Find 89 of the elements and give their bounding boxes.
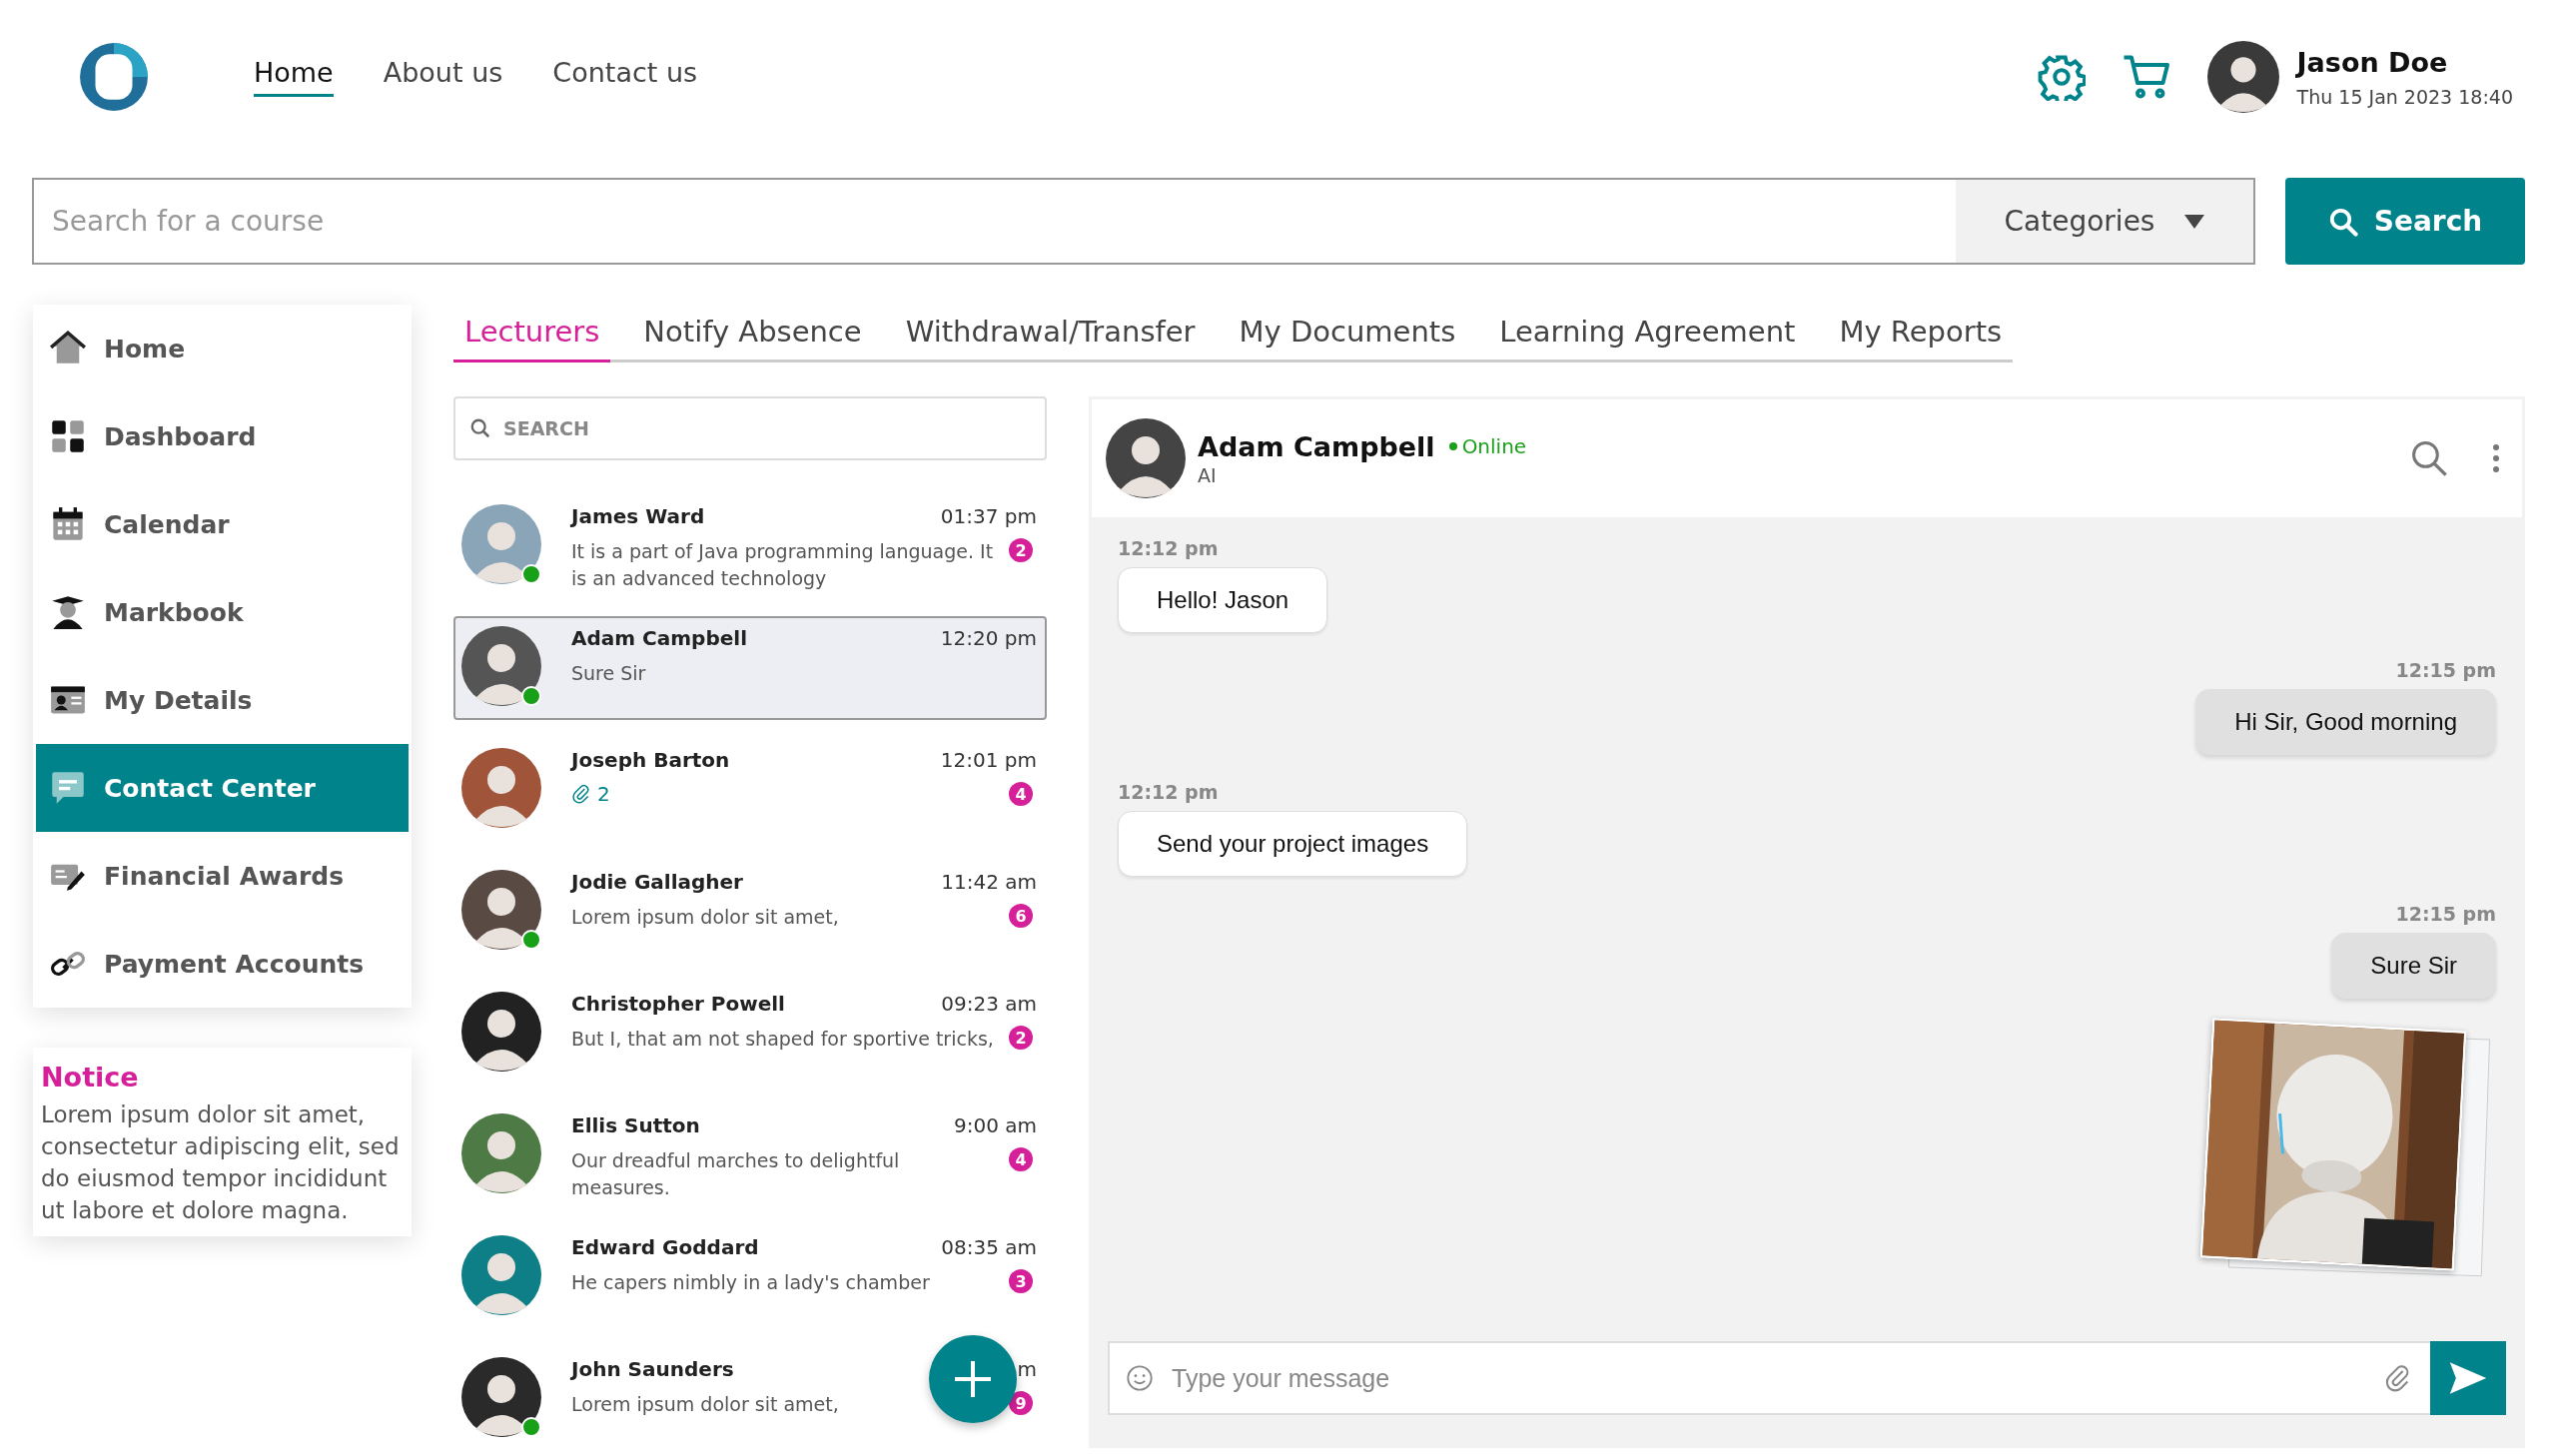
grid-icon: [50, 418, 86, 454]
message-preview: Lorem ipsum dolor sit amet,: [571, 905, 839, 930]
graduate-icon: [50, 594, 86, 630]
contact-name: James Ward: [571, 504, 705, 528]
sidebar-item[interactable]: Calendar: [36, 480, 409, 568]
contact-row[interactable]: Adam Campbell 12:20 pm Sure Sir: [453, 616, 1047, 720]
message-preview: It is a part of Java programming language. It is an advanced technology: [571, 539, 995, 591]
message-time: 08:35 am: [941, 1235, 1037, 1259]
unread-badge: 3: [1009, 1269, 1033, 1293]
message-bubble: Hello! Jason: [1118, 567, 1328, 633]
online-status: Online: [1448, 434, 1527, 458]
message-time: 12:12 pm: [1118, 781, 1219, 803]
notice-text: Lorem ipsum dolor sit amet, consectetur adipiscing elit, sed do eiusmod tempor incididunt ut labore et dolore magna.: [41, 1100, 401, 1225]
send-button[interactable]: [2430, 1341, 2506, 1415]
message-time: 01:37 pm: [940, 504, 1037, 528]
unread-badge: 6: [1009, 904, 1033, 928]
message-time: 12:01 pm: [940, 748, 1037, 772]
search-button[interactable]: Search: [2285, 178, 2525, 265]
unread-badge: 4: [1009, 1147, 1033, 1171]
message-preview: Our dreadful marches to delightful measures.: [571, 1148, 901, 1200]
attachment-count: 2: [571, 782, 610, 806]
sidebar-item[interactable]: Contact Center: [36, 744, 409, 832]
sidebar-item[interactable]: Financial Awards: [36, 832, 409, 920]
send-icon: [2448, 1361, 2488, 1395]
tab[interactable]: My Documents: [1228, 305, 1467, 363]
contact-row[interactable]: Christopher Powell 09:23 am But I, that am not shaped for sportive tricks, 2: [453, 982, 1047, 1086]
contact-role: AI: [1198, 463, 1218, 486]
sidebar-item[interactable]: Dashboard: [36, 392, 409, 480]
more-icon[interactable]: [2492, 443, 2500, 473]
sidebar-item[interactable]: My Details: [36, 656, 409, 744]
message-field[interactable]: Type your message: [1108, 1341, 2430, 1415]
message-time: 12:15 pm: [2395, 903, 2496, 925]
message-time: 09:23 am: [941, 992, 1037, 1016]
sidebar-item[interactable]: Payment Accounts: [36, 920, 409, 1008]
message-bubble: Hi Sir, Good morning: [2195, 689, 2496, 755]
tab[interactable]: Notify Absence: [632, 305, 873, 363]
smiley-icon[interactable]: [1126, 1364, 1154, 1392]
message-time: m: [1017, 1357, 1037, 1381]
message-preview: But I, that am not shaped for sportive tricks,: [571, 1027, 994, 1052]
tab[interactable]: Withdrawal/Transfer: [894, 305, 1207, 363]
calendar-icon: [50, 506, 86, 542]
sidebar-item[interactable]: Home: [36, 305, 409, 392]
contact-row[interactable]: Jodie Gallagher 11:42 am Lorem ipsum dolor sit amet, 6: [453, 860, 1047, 964]
contact-row[interactable]: Ellis Sutton 9:00 am Our dreadful marches to delightful measures. 4: [453, 1103, 1047, 1207]
tab[interactable]: Learning Agreement: [1488, 305, 1807, 363]
unread-badge: 2: [1009, 1026, 1033, 1050]
plus-icon: [953, 1359, 993, 1399]
sidebar-item[interactable]: Markbook: [36, 568, 409, 656]
message-time: 11:42 am: [941, 870, 1037, 894]
tab[interactable]: Lecturers: [453, 305, 611, 363]
contact-name: Ellis Sutton: [571, 1113, 700, 1137]
message-preview: Lorem ipsum dolor sit amet,: [571, 1392, 839, 1417]
settings-icon[interactable]: [2037, 53, 2086, 101]
contact-name: Adam Campbell: [571, 626, 747, 650]
contact-row[interactable]: Edward Goddard 08:35 am He capers nimbly in a lady's chamber 3: [453, 1225, 1047, 1329]
message-time: 12:20 pm: [940, 626, 1037, 650]
search-icon: [2327, 206, 2358, 237]
add-button[interactable]: [929, 1335, 1017, 1423]
contact-name: Adam Campbell: [1198, 430, 1435, 462]
search-icon[interactable]: [2410, 439, 2448, 477]
message-time: 9:00 am: [954, 1113, 1037, 1137]
message-time: 12:15 pm: [2395, 659, 2496, 681]
house-icon: [50, 331, 86, 366]
chat-bubble-icon: [50, 770, 86, 806]
message-time: 12:12 pm: [1118, 537, 1219, 559]
tab[interactable]: My Reports: [1828, 305, 2014, 363]
contact-name: Edward Goddard: [571, 1235, 759, 1259]
contact-name: Joseph Barton: [571, 748, 730, 772]
contact-name: John Saunders: [571, 1357, 734, 1381]
message-bubble: Sure Sir: [2331, 933, 2496, 999]
date-time: Thu 15 Jan 2023 18:40: [2296, 85, 2513, 108]
nav-link[interactable]: Contact us: [552, 57, 698, 97]
nav-link[interactable]: Home: [254, 57, 334, 97]
nav-link[interactable]: About us: [383, 57, 503, 97]
unread-badge: 2: [1009, 538, 1033, 562]
contact-row[interactable]: Joseph Barton 12:01 pm 2 4: [453, 738, 1047, 842]
message-bubble: Send your project images: [1118, 811, 1468, 877]
user-name: Jason Doe: [2296, 46, 2449, 78]
contact-name: Jodie Gallagher: [571, 870, 743, 894]
search-icon: [469, 417, 491, 439]
message-preview: He capers nimbly in a lady's chamber: [571, 1270, 930, 1295]
contact-name: Christopher Powell: [571, 992, 785, 1016]
unread-badge: 9: [1009, 1391, 1033, 1415]
contact-row[interactable]: James Ward 01:37 pm It is a part of Java programming language. It is an advanced technology 2: [453, 494, 1047, 598]
unread-badge: 4: [1009, 782, 1033, 806]
logo[interactable]: [78, 41, 150, 113]
paperclip-icon: [571, 784, 591, 804]
notice-title: Notice: [41, 1062, 140, 1092]
message-preview: Sure Sir: [571, 661, 646, 686]
